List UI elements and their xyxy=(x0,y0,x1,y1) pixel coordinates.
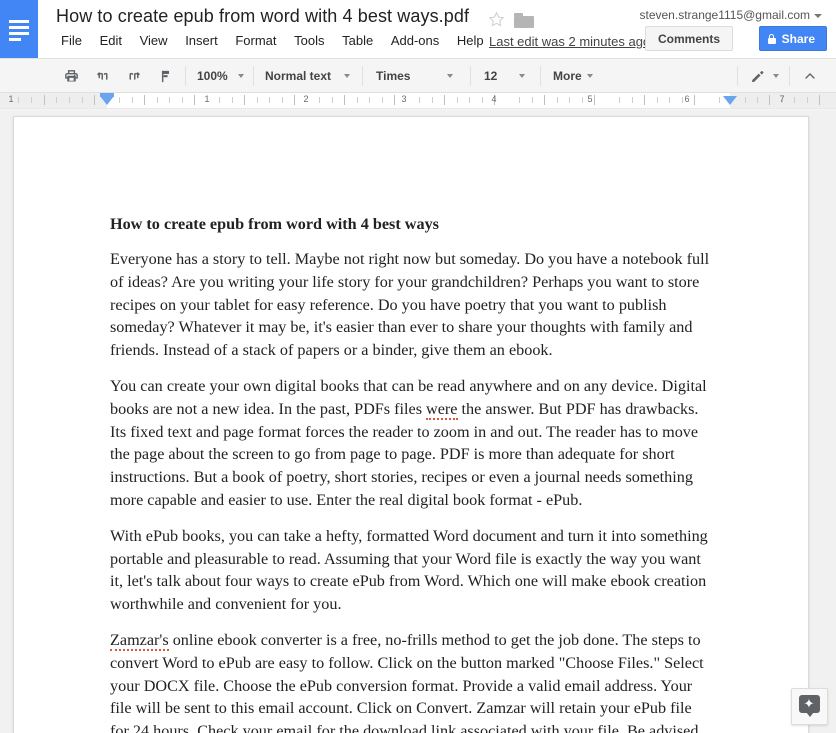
zoom-dropdown-caret[interactable] xyxy=(232,59,250,93)
account-switcher[interactable]: steven.strange1115@gmail.com xyxy=(639,8,822,22)
docs-logo-lines xyxy=(9,20,29,44)
caret-down-icon xyxy=(773,74,779,78)
ruler-number: 3 xyxy=(401,94,407,104)
menu-item-view[interactable]: View xyxy=(133,31,175,50)
redo-button[interactable] xyxy=(120,59,148,93)
document-header: How to create epub from word with 4 best… xyxy=(0,0,836,59)
document-title[interactable]: How to create epub from word with 4 best… xyxy=(56,6,469,27)
document-paragraph: You can create your own digital books th… xyxy=(110,375,712,512)
star-outline-icon[interactable] xyxy=(488,11,505,28)
menu-item-insert[interactable]: Insert xyxy=(178,31,225,50)
document-paragraph: With ePub books, you can take a hefty, f… xyxy=(110,526,708,614)
font-size-caret[interactable] xyxy=(512,59,532,93)
menu-item-table[interactable]: Table xyxy=(335,31,380,50)
google-docs-window: How to create epub from word with 4 best… xyxy=(0,0,836,733)
font-family-caret[interactable] xyxy=(440,59,460,93)
menu-bar: File Edit View Insert Format Tools Table… xyxy=(54,31,491,50)
ruler-number: 1 xyxy=(8,94,14,104)
font-family-dropdown[interactable]: Times xyxy=(368,59,440,93)
menu-item-format[interactable]: Format xyxy=(228,31,283,50)
paragraph-style-caret[interactable] xyxy=(338,59,356,93)
ruler-number: 1 xyxy=(204,94,210,104)
paragraph-style-value: Normal text xyxy=(265,69,332,83)
more-options-button[interactable]: More xyxy=(549,59,601,93)
share-button[interactable]: Share xyxy=(758,26,827,51)
docs-logo-icon[interactable] xyxy=(0,0,38,58)
lock-icon xyxy=(767,34,776,44)
document-canvas[interactable]: How to create epub from word with 4 best… xyxy=(0,110,836,733)
last-edit-link[interactable]: Last edit was 2 minutes ago xyxy=(489,34,650,49)
zoom-value: 100% xyxy=(197,69,228,83)
document-page[interactable]: How to create epub from word with 4 best… xyxy=(13,116,809,733)
move-to-folder-icon[interactable] xyxy=(514,13,534,28)
redo-arrow-icon xyxy=(129,71,140,80)
undo-button[interactable] xyxy=(89,59,117,93)
comments-button[interactable]: Comments xyxy=(644,26,733,51)
ruler-number: 6 xyxy=(684,94,690,104)
document-content[interactable]: How to create epub from word with 4 best… xyxy=(110,213,712,733)
formatting-toolbar: 100% Normal text Times 12 More xyxy=(0,59,836,93)
print-icon xyxy=(64,69,78,81)
horizontal-ruler[interactable]: 1 1 2 3 4 5 6 7 xyxy=(0,93,836,109)
paint-format-button[interactable] xyxy=(151,59,179,93)
paragraph-text: online ebook converter is a free, no-fri… xyxy=(110,630,704,733)
font-size-value: 12 xyxy=(484,69,498,83)
menu-item-help[interactable]: Help xyxy=(450,31,491,50)
spellcheck-word[interactable]: were xyxy=(426,399,458,420)
pencil-icon xyxy=(751,70,763,82)
spellcheck-word[interactable]: Zamzar's xyxy=(110,630,169,651)
ruler-number: 4 xyxy=(491,94,497,104)
caret-down-icon xyxy=(238,74,244,78)
chevron-down-icon xyxy=(814,13,822,18)
caret-down-icon xyxy=(519,74,525,78)
undo-arrow-icon xyxy=(97,71,108,80)
caret-down-icon xyxy=(344,74,350,78)
ruler-left-gutter xyxy=(0,93,107,108)
caret-down-icon xyxy=(586,74,593,78)
more-options-label: More xyxy=(553,69,582,83)
menu-item-tools[interactable]: Tools xyxy=(287,31,331,50)
paint-format-icon xyxy=(161,70,169,82)
share-button-label: Share xyxy=(781,32,815,46)
edit-mode-button[interactable] xyxy=(744,59,770,93)
menu-item-file[interactable]: File xyxy=(54,31,89,50)
document-heading: How to create epub from word with 4 best… xyxy=(110,215,439,233)
right-indent-marker[interactable] xyxy=(723,96,737,105)
collapse-toolbar-button[interactable] xyxy=(795,59,825,93)
left-indent-marker[interactable] xyxy=(100,96,114,105)
caret-down-icon xyxy=(447,74,453,78)
edit-mode-caret[interactable] xyxy=(768,59,784,93)
document-paragraph: Everyone has a story to tell. Maybe not … xyxy=(110,250,710,360)
document-paragraph: Zamzar's online ebook converter is a fre… xyxy=(110,629,712,733)
menu-item-edit[interactable]: Edit xyxy=(93,31,129,50)
menu-item-addons[interactable]: Add-ons xyxy=(384,31,446,50)
ruler-number: 7 xyxy=(779,94,785,104)
chevron-up-icon xyxy=(805,73,815,79)
account-email: steven.strange1115@gmail.com xyxy=(639,8,811,22)
ruler-number: 2 xyxy=(303,94,309,104)
explore-pin-icon: ✦ xyxy=(799,695,820,718)
explore-button[interactable]: ✦ xyxy=(791,688,828,725)
ruler-number: 5 xyxy=(587,94,593,104)
font-family-value: Times xyxy=(376,69,411,83)
font-size-input[interactable]: 12 xyxy=(478,59,514,93)
print-button[interactable] xyxy=(57,59,85,93)
